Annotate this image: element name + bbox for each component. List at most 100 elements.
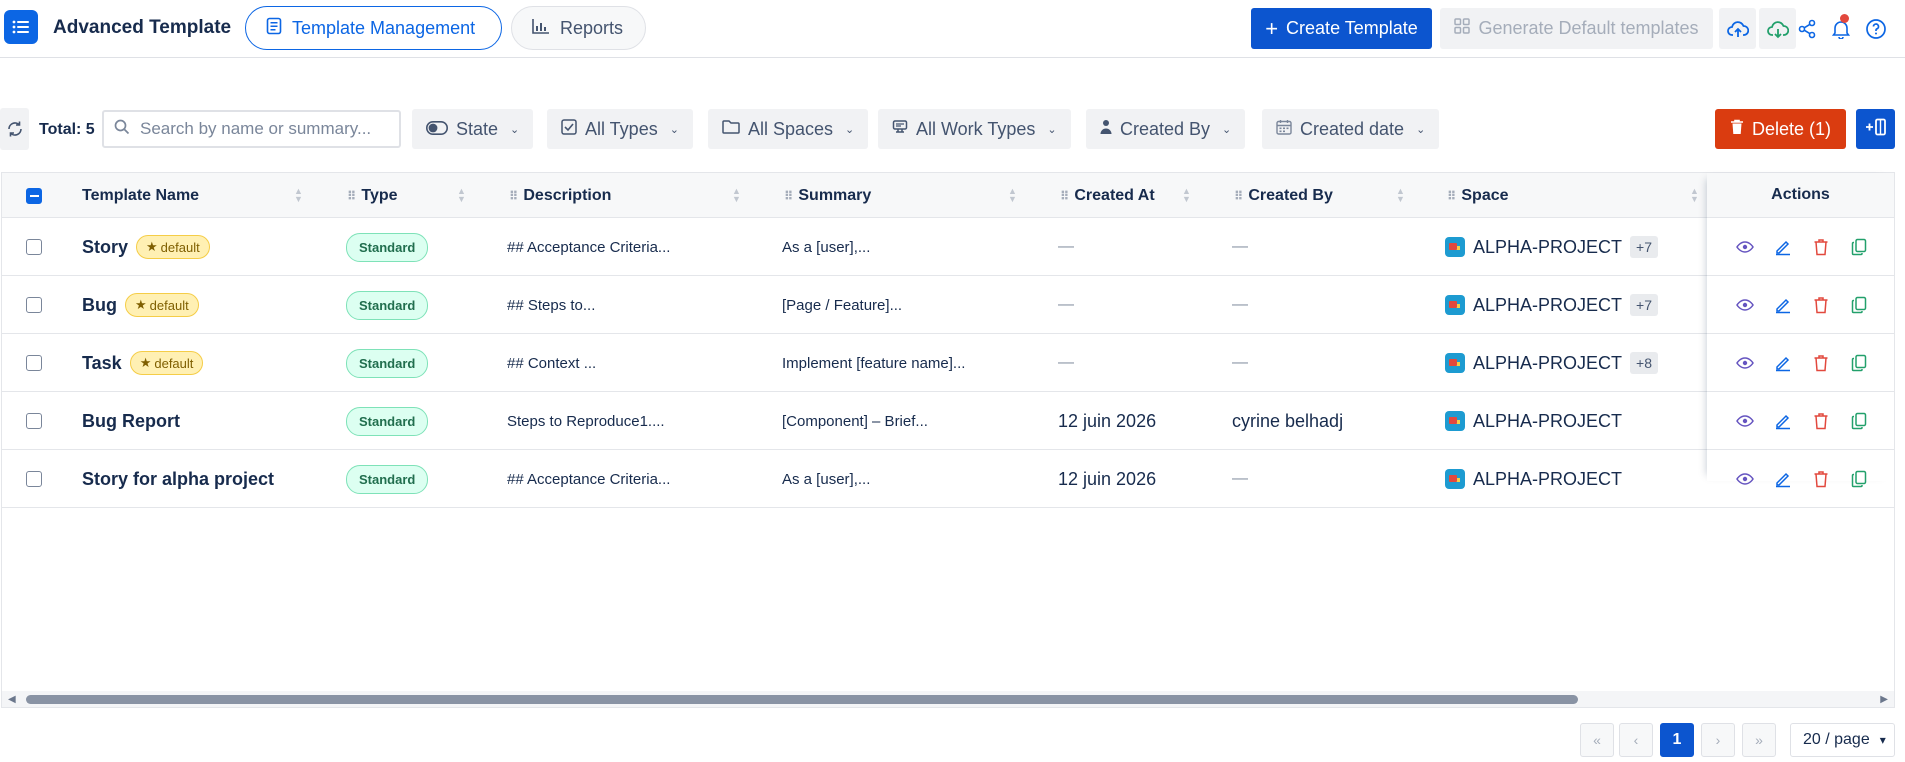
chevron-down-icon: ▾ — [1879, 733, 1886, 747]
last-page-button[interactable]: » — [1742, 723, 1776, 757]
more-spaces-badge[interactable]: +7 — [1630, 236, 1658, 258]
next-page-button[interactable]: › — [1701, 723, 1735, 757]
duplicate-copy-icon[interactable] — [1849, 237, 1869, 257]
scroll-left-arrow-icon[interactable]: ◀ — [8, 694, 16, 705]
sort-icon[interactable]: ▲ ▼ — [1690, 187, 1699, 204]
search-box — [102, 110, 401, 148]
chevron-down-icon: ⌄ — [1047, 123, 1057, 136]
scroll-right-arrow-icon[interactable]: ▶ — [1880, 694, 1888, 705]
delete-trash-icon[interactable] — [1811, 469, 1831, 489]
filter-created-date[interactable]: Created date ⌄ — [1262, 109, 1440, 149]
drag-handle-icon[interactable]: ⠿ — [784, 189, 793, 203]
search-input[interactable] — [140, 119, 380, 139]
refresh-icon[interactable] — [0, 108, 29, 150]
menu-list-icon[interactable] — [4, 10, 38, 44]
row-checkbox[interactable] — [26, 239, 42, 255]
edit-pencil-icon[interactable] — [1773, 411, 1793, 431]
tab-template-management[interactable]: Template Management — [245, 6, 502, 50]
view-eye-icon[interactable] — [1735, 237, 1755, 257]
horizontal-scrollbar[interactable]: ◀ ▶ — [2, 691, 1894, 707]
type-badge: Standard — [346, 348, 429, 378]
prev-page-button[interactable]: ‹ — [1619, 723, 1653, 757]
column-type[interactable]: ⠿ Type — [347, 173, 398, 218]
column-created-by[interactable]: ⠿ Created By — [1234, 173, 1333, 218]
sort-icon[interactable]: ▲ ▼ — [1182, 187, 1191, 204]
filter-created-by[interactable]: Created By ⌄ — [1086, 109, 1246, 149]
row-checkbox[interactable] — [26, 471, 42, 487]
delete-trash-icon[interactable] — [1811, 237, 1831, 257]
upload-cloud-icon[interactable] — [1719, 8, 1756, 49]
row-checkbox[interactable] — [26, 355, 42, 371]
template-name[interactable]: Bug — [82, 295, 117, 316]
row-actions — [1707, 392, 1894, 450]
drag-handle-icon[interactable]: ⠿ — [509, 189, 518, 203]
type-badge: Standard — [346, 290, 429, 320]
sort-icon[interactable]: ▲ ▼ — [457, 187, 466, 204]
more-spaces-badge[interactable]: +8 — [1630, 352, 1658, 374]
filter-all-types[interactable]: All Types ⌄ — [547, 109, 693, 149]
template-name[interactable]: Task — [82, 353, 122, 374]
edit-pencil-icon[interactable] — [1773, 237, 1793, 257]
view-eye-icon[interactable] — [1735, 353, 1755, 373]
edit-pencil-icon[interactable] — [1773, 469, 1793, 489]
first-page-button[interactable]: « — [1580, 723, 1614, 757]
edit-pencil-icon[interactable] — [1773, 295, 1793, 315]
filter-all-work-types[interactable]: All Work Types ⌄ — [878, 109, 1071, 149]
duplicate-copy-icon[interactable] — [1849, 353, 1869, 373]
scrollbar-thumb[interactable] — [26, 695, 1578, 704]
duplicate-copy-icon[interactable] — [1849, 411, 1869, 431]
view-eye-icon[interactable] — [1735, 469, 1755, 489]
sort-icon[interactable]: ▲ ▼ — [1396, 187, 1405, 204]
page-size-select[interactable]: 20 / page ▾ — [1790, 723, 1895, 757]
view-eye-icon[interactable] — [1735, 295, 1755, 315]
table-row[interactable]: Bug Report Standard Steps to Reproduce1.… — [2, 392, 1894, 450]
column-template-name[interactable]: Template Name — [82, 173, 199, 218]
chevron-down-icon: ⌄ — [510, 123, 520, 136]
sort-icon[interactable]: ▲ ▼ — [732, 187, 741, 204]
table-row[interactable]: Story for alpha project Standard ## Acce… — [2, 450, 1894, 508]
table-row[interactable]: Story ★ default Standard ## Acceptance Cri… — [2, 218, 1894, 276]
tab-reports[interactable]: Reports — [511, 6, 646, 50]
template-name[interactable]: Bug Report — [82, 411, 180, 432]
sort-icon[interactable]: ▲ ▼ — [294, 187, 303, 204]
add-column-button[interactable] — [1856, 109, 1895, 149]
view-eye-icon[interactable] — [1735, 411, 1755, 431]
table-row[interactable]: Task ★ default Standard ## Context ... Imp… — [2, 334, 1894, 392]
share-icon[interactable] — [1793, 8, 1821, 49]
description-cell: ## Acceptance Criteria... — [507, 470, 671, 488]
column-created-at[interactable]: ⠿ Created At — [1060, 173, 1155, 218]
delete-trash-icon[interactable] — [1811, 295, 1831, 315]
column-space[interactable]: ⠿ Space — [1447, 173, 1509, 218]
generate-default-templates-button[interactable]: Generate Default templates — [1440, 8, 1713, 49]
template-name[interactable]: Story for alpha project — [82, 469, 274, 490]
drag-handle-icon[interactable]: ⠿ — [1234, 189, 1243, 203]
bell-icon[interactable] — [1827, 8, 1855, 49]
page-1-button[interactable]: 1 — [1660, 723, 1694, 757]
duplicate-copy-icon[interactable] — [1849, 469, 1869, 489]
row-checkbox[interactable] — [26, 413, 42, 429]
delete-button[interactable]: Delete (1) — [1715, 109, 1846, 149]
tab-label: Reports — [560, 17, 624, 38]
delete-trash-icon[interactable] — [1811, 411, 1831, 431]
sort-icon[interactable]: ▲ ▼ — [1008, 187, 1017, 204]
filter-state[interactable]: State ⌄ — [412, 109, 534, 149]
drag-handle-icon[interactable]: ⠿ — [1060, 189, 1069, 203]
download-cloud-icon[interactable] — [1759, 8, 1796, 49]
edit-pencil-icon[interactable] — [1773, 353, 1793, 373]
table-row[interactable]: Bug ★ default Standard ## Steps to... [Pag… — [2, 276, 1894, 334]
create-template-button[interactable]: + Create Template — [1251, 8, 1432, 49]
filter-all-spaces[interactable]: All Spaces ⌄ — [708, 109, 869, 149]
row-actions — [1707, 218, 1894, 276]
select-all-checkbox[interactable] — [26, 187, 42, 204]
help-icon[interactable] — [1862, 8, 1890, 49]
drag-handle-icon[interactable]: ⠿ — [347, 189, 356, 203]
row-checkbox[interactable] — [26, 297, 42, 313]
column-description[interactable]: ⠿ Description — [509, 173, 611, 218]
template-name[interactable]: Story — [82, 237, 128, 258]
delete-trash-icon[interactable] — [1811, 353, 1831, 373]
drag-handle-icon[interactable]: ⠿ — [1447, 189, 1456, 203]
project-icon — [1445, 411, 1465, 431]
duplicate-copy-icon[interactable] — [1849, 295, 1869, 315]
column-summary[interactable]: ⠿ Summary — [784, 173, 871, 218]
more-spaces-badge[interactable]: +7 — [1630, 294, 1658, 316]
